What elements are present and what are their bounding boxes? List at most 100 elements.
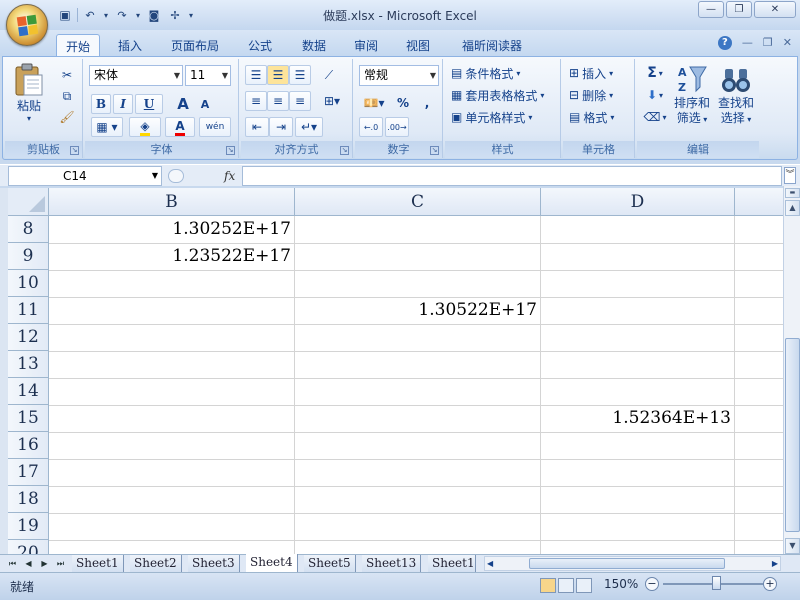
clipboard-launcher-icon[interactable]: ↘ (70, 146, 79, 155)
increase-decimal-button[interactable]: ←.0 (359, 117, 383, 137)
border-button[interactable]: ▦ ▾ (91, 117, 123, 137)
sheet-tab-sheet1-partial[interactable]: Sheet1 (428, 555, 476, 572)
tab-home[interactable]: 开始 (56, 34, 100, 56)
scroll-down-icon[interactable]: ▼ (785, 538, 800, 554)
cell-c11[interactable]: 1.30522E+17 (295, 297, 541, 324)
tab-data[interactable]: 数据 (294, 34, 334, 56)
alignment-launcher-icon[interactable]: ↘ (340, 146, 349, 155)
font-size-combo[interactable]: 11 ▼ (185, 65, 231, 86)
row-header-17[interactable]: 17 (8, 459, 49, 486)
copy-button[interactable]: ⧉ (57, 86, 77, 106)
insert-cells-button[interactable]: ⊞ 插入 ▾ (569, 63, 631, 83)
percent-button[interactable]: % (393, 93, 413, 113)
align-bottom-button[interactable]: ☰ (289, 65, 311, 85)
tab-review[interactable]: 审阅 (346, 34, 386, 56)
row-header-19[interactable]: 19 (8, 513, 49, 540)
paste-dropdown-icon[interactable]: ▾ (27, 114, 31, 123)
sheet-tab-sheet3[interactable]: Sheet3 (188, 555, 240, 572)
cut-button[interactable]: ✂ (57, 65, 77, 85)
scroll-right-icon[interactable]: ▶ (772, 557, 778, 570)
help-icon[interactable]: ? (717, 36, 732, 50)
fill-color-button[interactable]: ◈ (129, 117, 161, 137)
cell-styles-button[interactable]: ▣ 单元格样式 ▾ (451, 107, 555, 127)
row-header-14[interactable]: 14 (8, 378, 49, 405)
row-header-12[interactable]: 12 (8, 324, 49, 351)
tab-formulas[interactable]: 公式 (240, 34, 280, 56)
sheet-tab-sheet2[interactable]: Sheet2 (130, 555, 182, 572)
delete-cells-button[interactable]: ⊟ 删除 ▾ (569, 85, 631, 105)
conditional-format-button[interactable]: ▤ 条件格式 ▾ (451, 63, 555, 83)
chevron-down-icon[interactable]: ▼ (152, 167, 158, 185)
row-header-9[interactable]: 9 (8, 243, 49, 270)
first-sheet-icon[interactable]: ⏮ (6, 557, 19, 570)
shrink-font-button[interactable]: A (195, 94, 215, 114)
cell-b8[interactable]: 1.30252E+17 (49, 216, 295, 243)
fill-button[interactable]: ⬇ ▾ (641, 85, 669, 105)
format-as-table-button[interactable]: ▦ 套用表格格式 ▾ (451, 85, 559, 105)
row-header-11[interactable]: 11 (8, 297, 49, 324)
format-cells-button[interactable]: ▤ 格式 ▾ (569, 107, 631, 127)
font-color-button[interactable]: A (165, 117, 195, 137)
currency-button[interactable]: 💴▾ (359, 93, 389, 113)
column-header-b[interactable]: B (49, 188, 295, 216)
ribbon-minimize-icon[interactable]: — (742, 36, 753, 50)
zoom-out-icon[interactable]: − (645, 577, 659, 591)
horizontal-scroll-thumb[interactable] (529, 558, 725, 569)
number-format-combo[interactable]: 常规 ▼ (359, 65, 439, 86)
vertical-scroll-thumb[interactable] (785, 338, 800, 532)
row-header-16[interactable]: 16 (8, 432, 49, 459)
office-button[interactable] (6, 4, 48, 46)
normal-view-icon[interactable] (540, 578, 556, 593)
prev-sheet-icon[interactable]: ◀ (22, 557, 35, 570)
align-right-button[interactable]: ≡ (289, 91, 311, 111)
column-header-c[interactable]: C (295, 188, 541, 216)
split-handle-icon[interactable]: ▬ (785, 188, 800, 198)
cell-b9[interactable]: 1.23522E+17 (49, 243, 295, 270)
scroll-left-icon[interactable]: ◀ (487, 557, 493, 570)
wrap-text-button[interactable]: ↵▾ (295, 117, 323, 137)
column-header-e-partial[interactable] (735, 188, 783, 216)
expand-formula-bar-icon[interactable]: ︾ (784, 167, 796, 184)
page-layout-view-icon[interactable] (558, 578, 574, 593)
minimize-button[interactable]: — (698, 1, 724, 18)
tab-view[interactable]: 视图 (398, 34, 438, 56)
ribbon-close-icon[interactable]: ✕ (783, 36, 792, 50)
vertical-scrollbar[interactable]: ▬ ▲ ▼ (783, 186, 800, 556)
formula-input[interactable] (242, 166, 782, 186)
phonetic-button[interactable]: wén (199, 117, 231, 137)
clear-button[interactable]: ⌫ ▾ (641, 107, 669, 127)
underline-button[interactable]: U (135, 94, 163, 114)
row-header-13[interactable]: 13 (8, 351, 49, 378)
decrease-decimal-button[interactable]: .00→ (385, 117, 409, 137)
tab-insert[interactable]: 插入 (110, 34, 150, 56)
worksheet-grid[interactable]: B C D 8 9 10 11 12 13 14 15 16 17 18 19 … (0, 188, 783, 554)
select-all-corner[interactable] (8, 188, 49, 216)
last-sheet-icon[interactable]: ⏭ (54, 557, 67, 570)
comma-button[interactable]: , (417, 93, 437, 113)
font-launcher-icon[interactable]: ↘ (226, 146, 235, 155)
close-button[interactable]: ✕ (754, 1, 796, 18)
row-header-8[interactable]: 8 (8, 216, 49, 243)
tab-foxit-reader[interactable]: 福昕阅读器 (452, 34, 532, 56)
cell-d15[interactable]: 1.52364E+13 (541, 405, 735, 432)
number-launcher-icon[interactable]: ↘ (430, 146, 439, 155)
format-painter-button[interactable]: 🖌 (57, 107, 77, 127)
grow-font-button[interactable]: A (173, 94, 193, 114)
orientation-button[interactable]: ⟋ (317, 65, 341, 85)
sheet-tab-sheet5[interactable]: Sheet5 (304, 555, 356, 572)
scroll-up-icon[interactable]: ▲ (785, 200, 800, 216)
sheet-tab-sheet1[interactable]: Sheet1 (72, 555, 124, 572)
formula-bar-handle-icon[interactable] (168, 169, 184, 183)
merge-center-button[interactable]: ⊞▾ (317, 91, 347, 111)
horizontal-scrollbar[interactable]: ◀ ▶ (484, 556, 781, 571)
sort-filter-button[interactable]: A Z 排序和 筛选 ▾ (671, 63, 713, 127)
sheet-tab-sheet13[interactable]: Sheet13 (362, 555, 422, 572)
align-left-button[interactable]: ≡ (245, 91, 267, 111)
align-center-button[interactable]: ≡ (267, 91, 289, 111)
row-header-18[interactable]: 18 (8, 486, 49, 513)
row-header-20[interactable]: 20 (8, 540, 49, 554)
align-top-button[interactable]: ☰ (245, 65, 267, 85)
next-sheet-icon[interactable]: ▶ (38, 557, 51, 570)
autosum-button[interactable]: Σ ▾ (641, 63, 669, 83)
find-select-button[interactable]: 查找和 选择 ▾ (715, 63, 757, 127)
